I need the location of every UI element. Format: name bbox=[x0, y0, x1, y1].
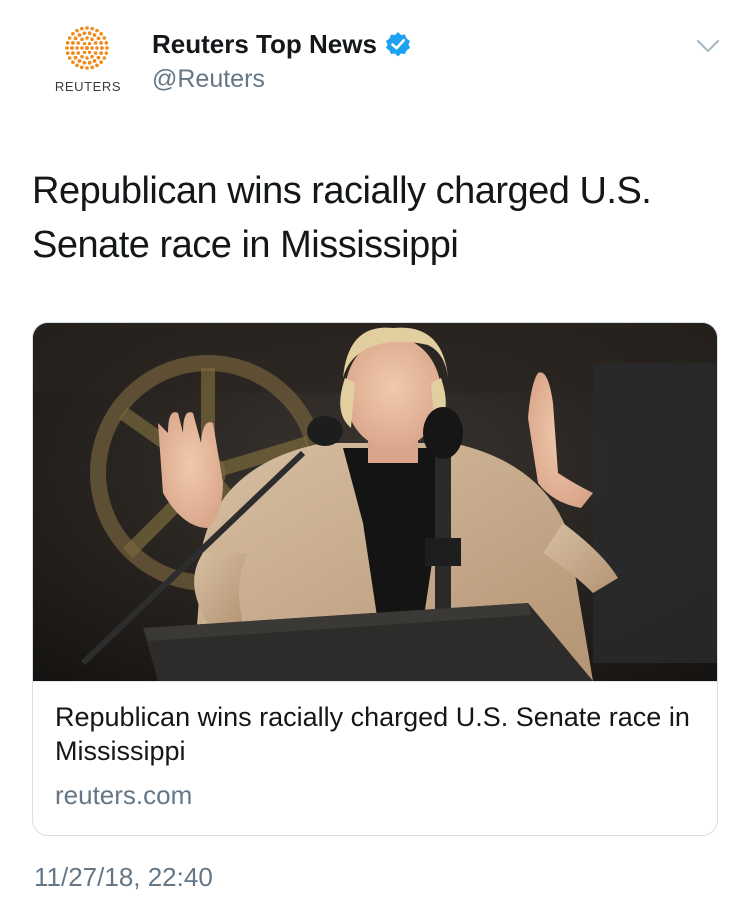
link-card[interactable]: Republican wins racially charged U.S. Se… bbox=[32, 322, 718, 836]
user-handle[interactable]: @Reuters bbox=[152, 62, 411, 96]
tweet-text: Republican wins racially charged U.S. Se… bbox=[32, 170, 652, 266]
card-title[interactable]: Republican wins racially charged U.S. Se… bbox=[55, 700, 695, 768]
author-info[interactable]: Reuters Top News @Reuters bbox=[152, 28, 411, 96]
verified-badge-icon bbox=[385, 32, 410, 57]
logo-wordmark: REUTERS bbox=[54, 79, 122, 94]
tweet: REUTERS Reuters Top News @Reuters Republ… bbox=[0, 0, 750, 899]
card-image[interactable] bbox=[33, 323, 718, 681]
tweet-timestamp[interactable]: 11/27/18, 22:40 bbox=[34, 862, 213, 893]
chevron-down-icon[interactable] bbox=[696, 38, 720, 54]
card-body[interactable]: Republican wins racially charged U.S. Se… bbox=[33, 681, 717, 835]
display-name[interactable]: Reuters Top News bbox=[152, 28, 377, 60]
profile-avatar[interactable]: REUTERS bbox=[40, 24, 136, 100]
card-domain[interactable]: reuters.com bbox=[55, 780, 192, 811]
reuters-logo-icon bbox=[65, 26, 109, 70]
